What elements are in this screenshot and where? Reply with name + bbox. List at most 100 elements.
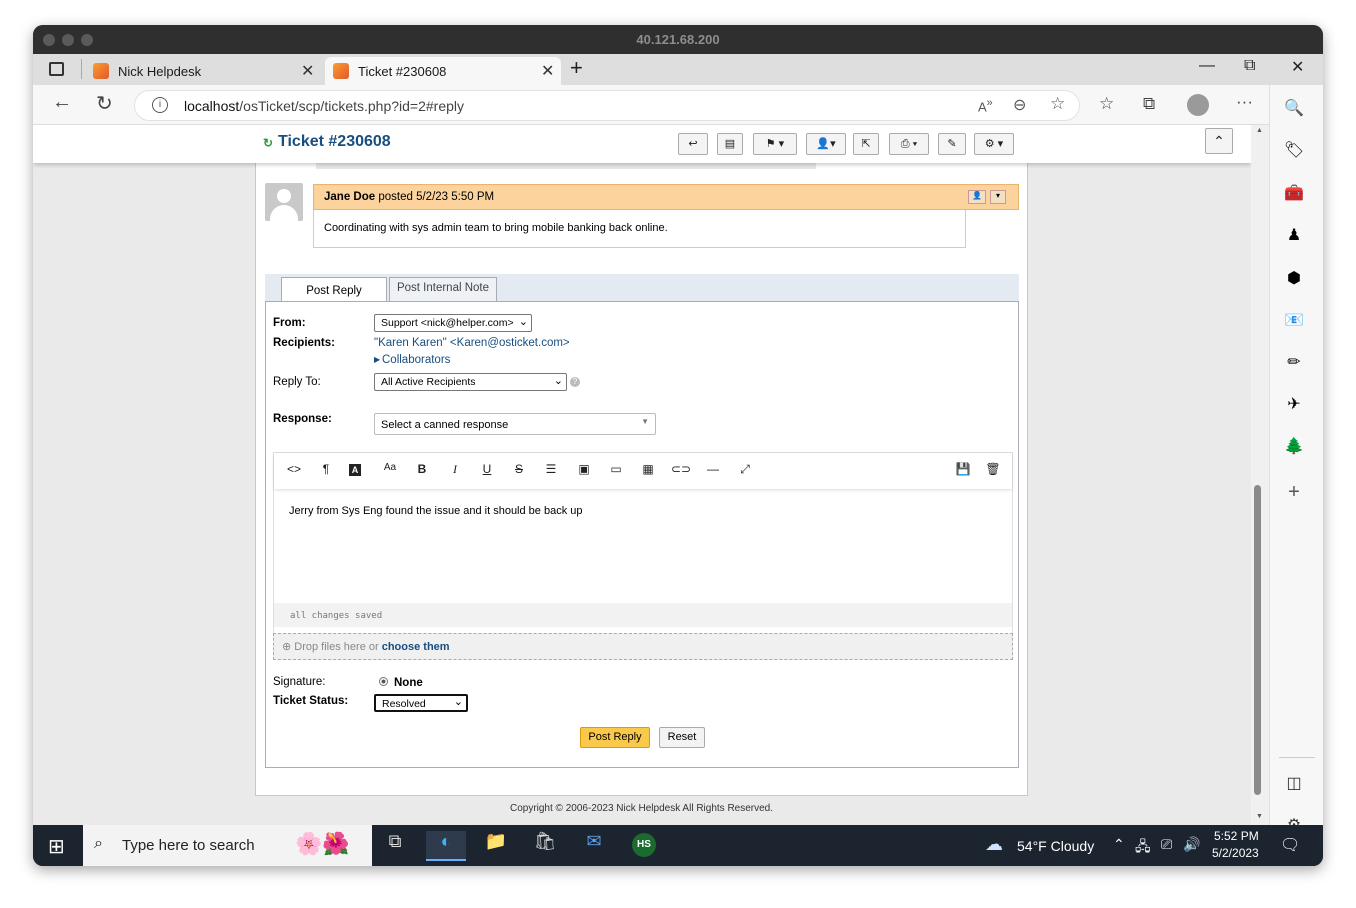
horizontal-rule-icon[interactable]: —	[704, 462, 722, 476]
scroll-down-arrow-icon[interactable]: ▼	[1256, 813, 1263, 820]
caret-right-icon: ▶	[374, 355, 381, 364]
address-bar[interactable]: i localhost/osTicket/scp/tickets.php?id=…	[134, 90, 1080, 121]
post-reply-button[interactable]: Post Reply	[580, 727, 650, 748]
save-draft-icon[interactable]: 💾	[954, 462, 972, 476]
search-icon[interactable]: 🔍	[1281, 98, 1307, 120]
favorites-icon[interactable]: ☆	[1099, 94, 1114, 114]
reply-action-button[interactable]: ↩	[678, 133, 708, 155]
refresh-icon[interactable]: ↻	[96, 91, 113, 116]
choose-files-link[interactable]: choose them	[382, 641, 450, 653]
edit-button[interactable]: ✎	[938, 133, 966, 155]
tab-post-reply[interactable]: Post Reply	[281, 277, 387, 303]
user-icon[interactable]: 👤	[968, 190, 986, 204]
clock-time[interactable]: 5:52 PM	[1214, 829, 1259, 843]
close-window-button[interactable]: ✕	[1291, 57, 1304, 77]
tab-ticket-230608[interactable]: Ticket #230608 ✕	[325, 57, 561, 85]
tab-close-icon[interactable]: ✕	[541, 61, 554, 81]
send-icon[interactable]: ✈	[1281, 394, 1307, 416]
from-select[interactable]: Support <nick@helper.com> ⌄	[374, 314, 532, 332]
profile-avatar-icon[interactable]	[1187, 94, 1209, 116]
underline-icon[interactable]: U	[478, 462, 496, 476]
tab-post-internal-note[interactable]: Post Internal Note	[389, 277, 497, 302]
zoom-out-icon[interactable]: ⊖	[1013, 95, 1026, 115]
recipient-link[interactable]: "Karen Karen" <Karen@osticket.com>	[374, 337, 570, 349]
clock-date[interactable]: 5/2/2023	[1212, 846, 1259, 860]
table-icon[interactable]: ▦	[639, 462, 657, 476]
scroll-up-arrow-icon[interactable]: ▲	[1256, 127, 1263, 134]
url-path: /osTicket/scp/tickets.php?id=2#reply	[239, 98, 465, 114]
scroll-top-button[interactable]: ⌃	[1205, 128, 1233, 154]
font-size-icon[interactable]: Aa	[381, 462, 399, 473]
more-menu-icon[interactable]: ···	[1236, 92, 1253, 112]
add-icon[interactable]: +	[1281, 481, 1307, 503]
taskbar-search-box[interactable]: ⌕ Type here to search 🌸🌺	[83, 825, 372, 866]
designer-icon[interactable]: ✏	[1281, 352, 1307, 374]
microsoft-store-icon[interactable]: 🛍	[525, 831, 565, 861]
assign-menu-button[interactable]: 👤▾	[806, 133, 846, 155]
bold-icon[interactable]: B	[413, 462, 431, 476]
text-color-icon[interactable]: A	[349, 464, 361, 476]
sidebar-toggle-icon[interactable]: ◫	[1281, 773, 1307, 795]
windows-start-icon[interactable]: ⊞	[48, 834, 65, 859]
outlook-icon[interactable]: 📧	[1281, 310, 1307, 332]
tab-nick-helpdesk[interactable]: Nick Helpdesk ✕	[85, 57, 321, 85]
tree-icon[interactable]: 🌲	[1281, 436, 1307, 458]
volume-icon[interactable]: 🔊	[1183, 836, 1200, 853]
notifications-icon[interactable]: 🗨	[1280, 835, 1300, 855]
video-icon[interactable]: ▭	[607, 462, 625, 476]
reset-button[interactable]: Reset	[659, 727, 705, 748]
back-arrow-icon[interactable]: ←	[52, 91, 72, 114]
edge-browser-icon[interactable]: ◐	[426, 831, 466, 861]
link-icon[interactable]: ⊂⊃	[671, 462, 691, 476]
site-info-icon[interactable]: i	[152, 97, 168, 113]
chevron-up-icon[interactable]: ⌃	[1113, 836, 1125, 853]
trash-icon[interactable]: 🗑	[984, 462, 1002, 476]
transfer-button[interactable]: ⇱	[853, 133, 879, 155]
reply-to-select[interactable]: All Active Recipients ⌄	[374, 373, 567, 391]
refresh-icon[interactable]: ↻	[263, 136, 273, 150]
list-icon[interactable]: ☰	[542, 462, 560, 476]
read-aloud-icon[interactable]: A»	[978, 97, 993, 114]
tab-close-icon[interactable]: ✕	[301, 61, 314, 81]
paragraph-icon[interactable]: ¶	[317, 462, 335, 476]
tools-icon[interactable]: 🧰	[1281, 183, 1307, 205]
shopping-tag-icon[interactable]: 🏷	[1281, 140, 1307, 162]
ticket-status-select[interactable]: Resolved ⌄	[374, 694, 468, 712]
italic-icon[interactable]: I	[446, 462, 464, 477]
games-icon[interactable]: ♟	[1281, 225, 1307, 247]
fullscreen-icon[interactable]: ⤢	[736, 462, 754, 477]
strikethrough-icon[interactable]: S	[510, 462, 528, 476]
restore-button[interactable]: ⧉	[1244, 57, 1255, 75]
canned-response-select[interactable]: Select a canned response ▼	[374, 413, 656, 435]
image-icon[interactable]: ▣	[575, 462, 593, 476]
ticket-title[interactable]: Ticket #230608	[278, 133, 391, 151]
collections-icon[interactable]: ⧉	[1143, 94, 1155, 114]
meet-icon[interactable]: ⎚	[1161, 836, 1172, 853]
file-explorer-icon[interactable]: 📁	[476, 831, 516, 861]
tab-actions-icon[interactable]	[49, 62, 64, 76]
new-tab-button[interactable]: +	[570, 55, 583, 81]
settings-menu-button[interactable]: ⚙ ▾	[974, 133, 1014, 155]
weather-text[interactable]: 54°F Cloudy	[1017, 838, 1094, 854]
add-favorite-icon[interactable]: ☆	[1050, 94, 1065, 114]
scrollbar-thumb[interactable]	[1254, 485, 1261, 795]
help-icon[interactable]: ?	[570, 377, 580, 387]
flag-menu-button[interactable]: ⚑ ▾	[753, 133, 797, 155]
office-icon[interactable]: ⬢	[1281, 268, 1307, 290]
edge-sidebar: 🔍 🏷 🧰 ♟ ⬢ 📧 ✏ ✈ 🌲 + ◫ ⚙	[1269, 85, 1323, 834]
print-pdf-button[interactable]: ▤	[717, 133, 743, 155]
editor-content[interactable]: Jerry from Sys Eng found the issue and i…	[289, 505, 583, 517]
signature-none-radio[interactable]	[379, 677, 388, 686]
minimize-button[interactable]: —	[1199, 57, 1215, 75]
code-view-icon[interactable]: <>	[285, 462, 303, 476]
network-icon[interactable]: 🖧	[1135, 836, 1151, 860]
print-menu-button[interactable]: ⎙ ▾	[889, 133, 929, 155]
editor-toolbar: <> ¶ A Aa B I U S ☰ ▣ ▭ ▦ ⊂⊃ — ⤢ 💾 🗑	[274, 453, 1012, 489]
task-view-icon[interactable]: ⧉	[375, 831, 415, 861]
mail-icon[interactable]: ✉	[574, 831, 614, 861]
helpdesk-app-icon[interactable]: HS	[624, 831, 664, 861]
cloud-weather-icon[interactable]: ☁	[985, 834, 1003, 855]
collaborators-link[interactable]: Collaborators	[382, 354, 450, 366]
file-drop-zone[interactable]: ⊕ Drop files here or choose them	[273, 633, 1013, 660]
dropdown-caret-icon[interactable]: ▾	[990, 190, 1006, 204]
